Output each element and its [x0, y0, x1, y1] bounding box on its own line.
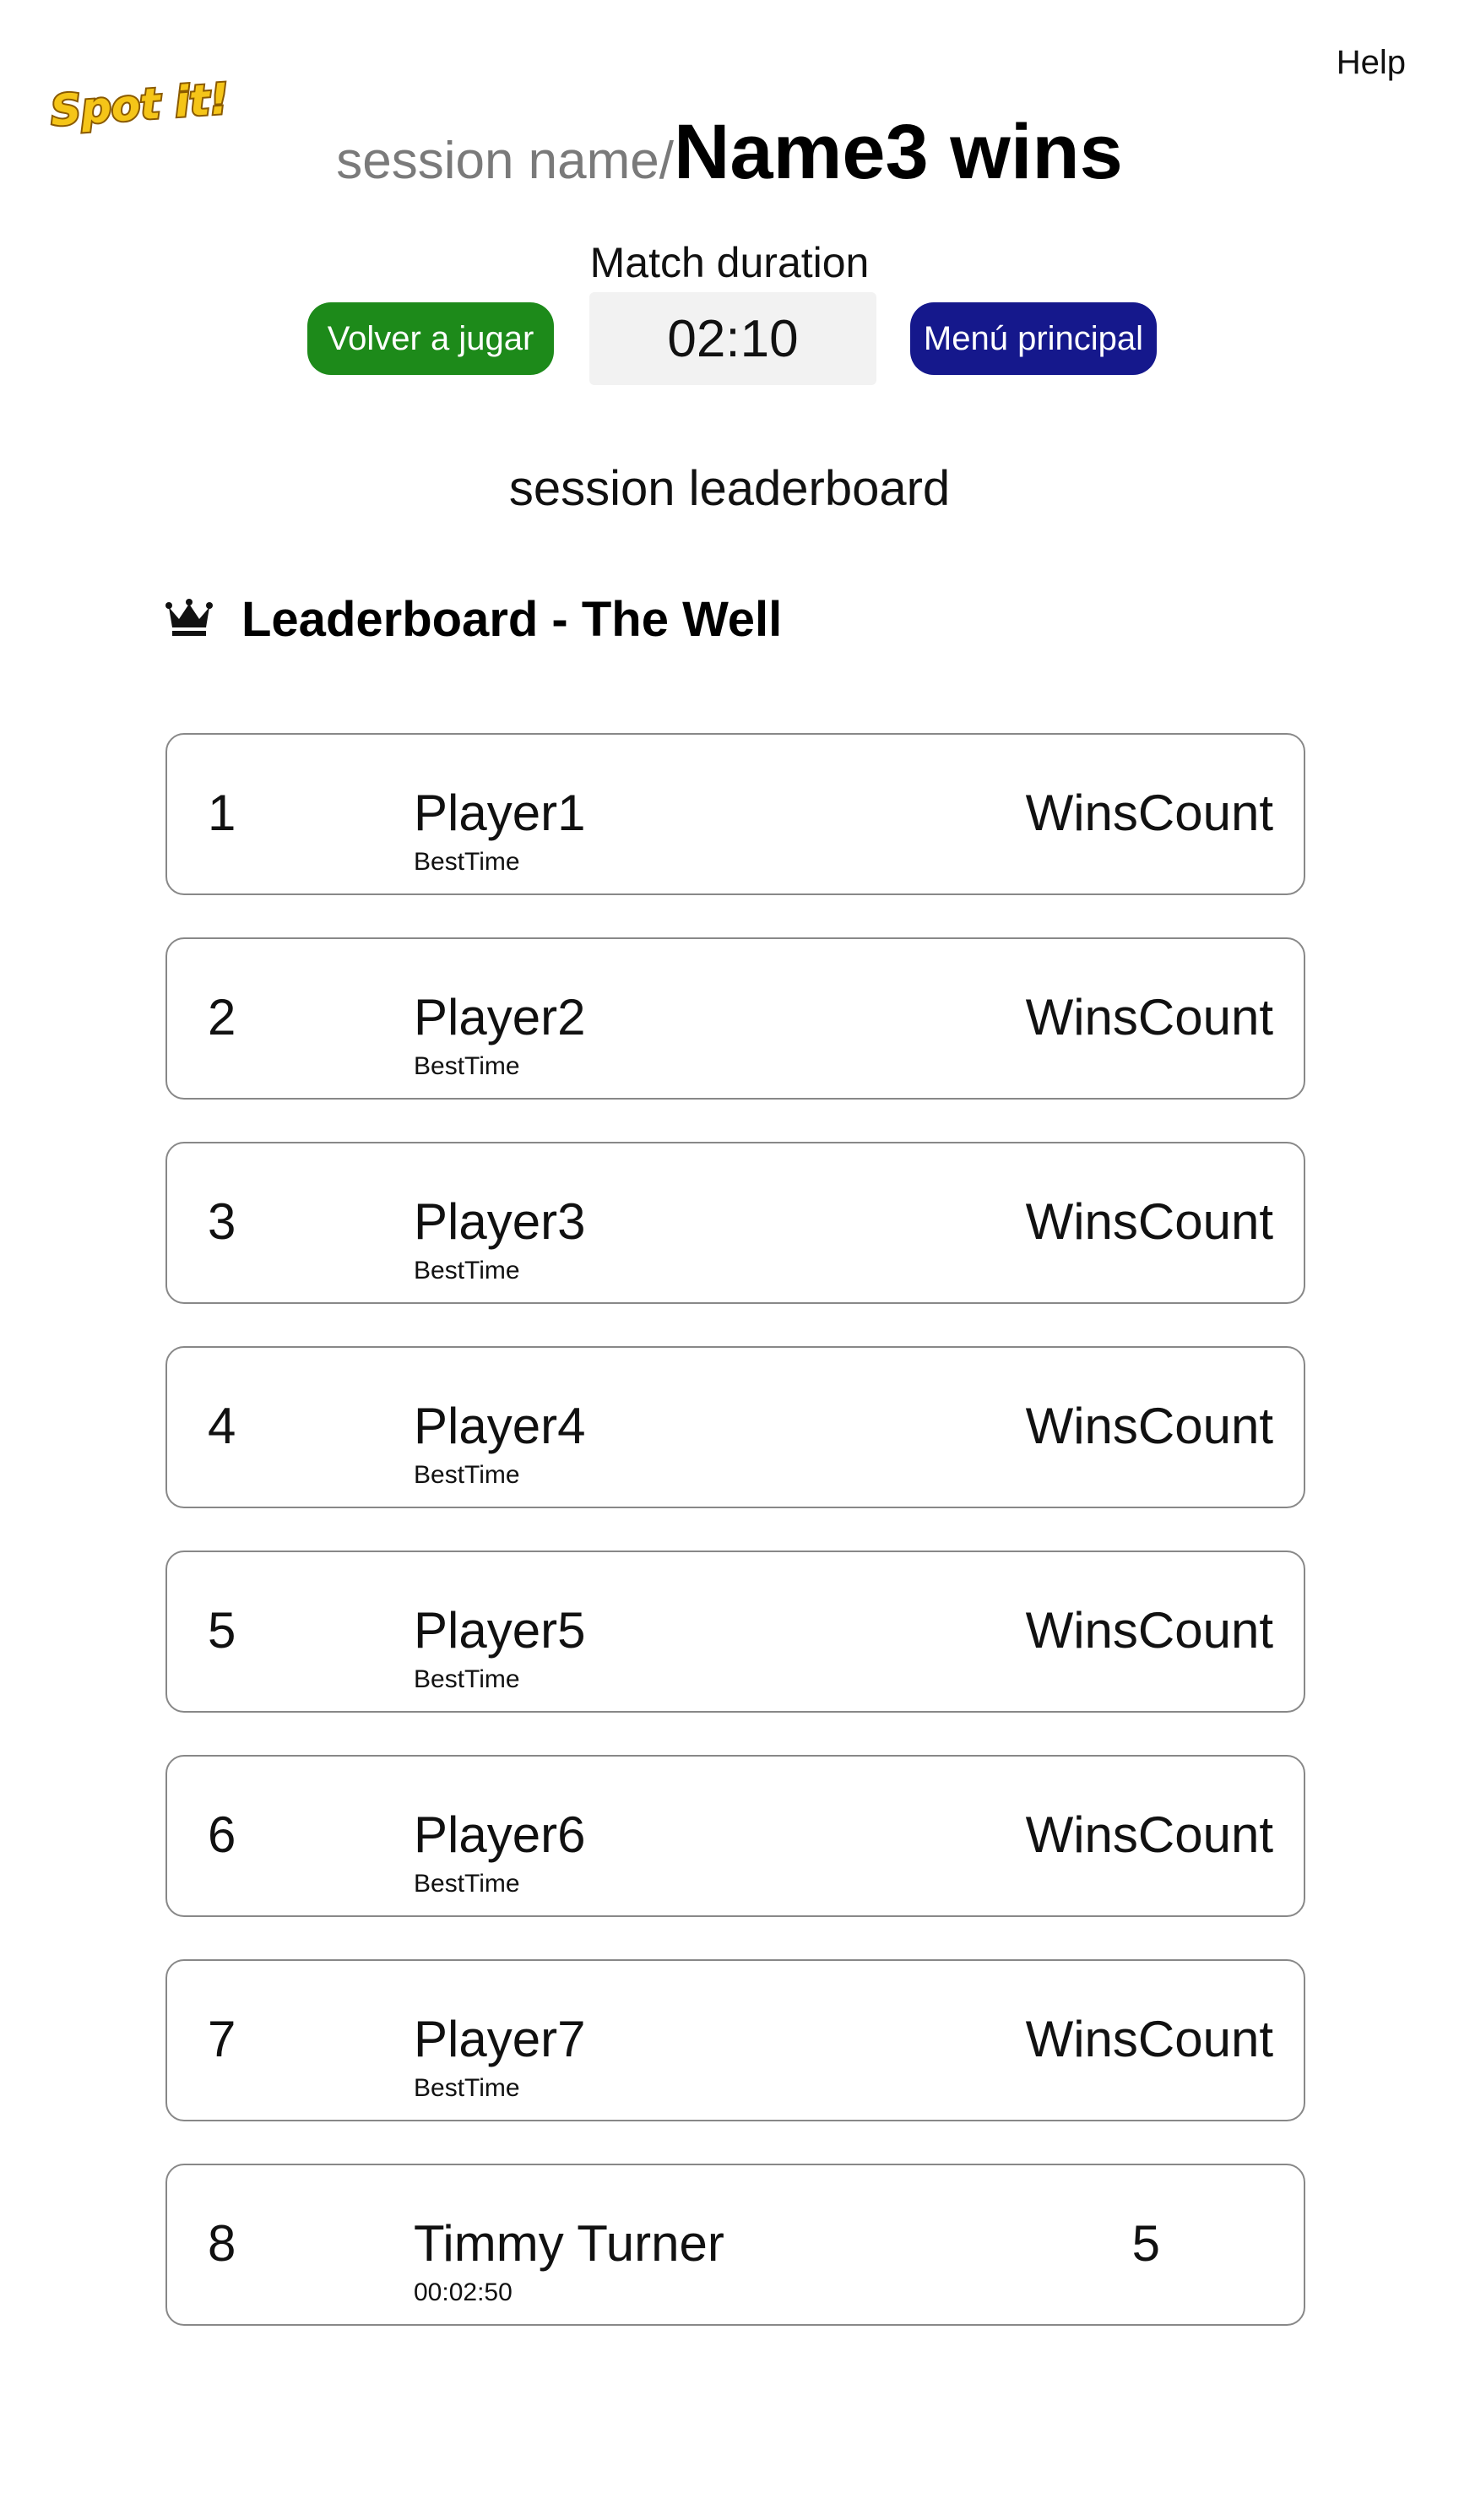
- crown-icon: [165, 598, 213, 641]
- row-player-name: Player7: [414, 2011, 586, 2067]
- row-best-time: BestTime: [414, 2074, 520, 2102]
- row-best-time: BestTime: [414, 1052, 520, 1080]
- winner-text: Name3 wins: [673, 109, 1123, 195]
- row-rank: 4: [208, 1398, 236, 1454]
- help-link[interactable]: Help: [1337, 44, 1406, 82]
- row-rank: 3: [208, 1193, 236, 1250]
- leaderboard-row: 6 Player6 BestTime WinsCount: [165, 1755, 1305, 1917]
- row-player-name: Player3: [414, 1193, 586, 1250]
- match-duration-label: Match duration: [589, 239, 870, 286]
- leaderboard-row: 4 Player4 BestTime WinsCount: [165, 1346, 1305, 1508]
- leaderboard-row: 8 Timmy Turner 00:02:50 5: [165, 2164, 1305, 2326]
- row-rank: 2: [208, 989, 236, 1045]
- main-menu-button[interactable]: Menú principal: [910, 302, 1157, 375]
- leaderboard-row: 3 Player3 BestTime WinsCount: [165, 1142, 1305, 1304]
- page-title: session name/Name3 wins: [0, 108, 1459, 197]
- row-wins-count: WinsCount: [1025, 1398, 1273, 1454]
- leaderboard-header: Leaderboard - The Well: [165, 591, 782, 648]
- row-rank: 6: [208, 1806, 236, 1863]
- leaderboard-row: 1 Player1 BestTime WinsCount: [165, 733, 1305, 895]
- row-wins-count: WinsCount: [1025, 989, 1273, 1045]
- row-wins-count: WinsCount: [1025, 1602, 1273, 1659]
- row-wins-count: WinsCount: [1025, 785, 1273, 841]
- leaderboard-row: 7 Player7 BestTime WinsCount: [165, 1959, 1305, 2121]
- leaderboard-row: 5 Player5 BestTime WinsCount: [165, 1551, 1305, 1713]
- play-again-button[interactable]: Volver a jugar: [307, 302, 554, 375]
- row-rank: 5: [208, 1602, 236, 1659]
- row-wins-count: WinsCount: [1025, 2011, 1273, 2067]
- row-best-time: BestTime: [414, 1461, 520, 1489]
- row-rank: 8: [208, 2215, 236, 2272]
- row-best-time: 00:02:50: [414, 2278, 513, 2306]
- row-player-name: Player2: [414, 989, 586, 1045]
- leaderboard-title: Leaderboard - The Well: [241, 592, 783, 647]
- row-best-time: BestTime: [414, 1665, 520, 1693]
- row-best-time: BestTime: [414, 848, 520, 876]
- match-duration-value: 02:10: [589, 292, 876, 385]
- row-rank: 1: [208, 785, 236, 841]
- row-player-name: Player4: [414, 1398, 586, 1454]
- leaderboard-list: 1 Player1 BestTime WinsCount 2 Player2 B…: [165, 733, 1305, 2368]
- row-player-name: Player6: [414, 1806, 586, 1863]
- row-best-time: BestTime: [414, 1257, 520, 1284]
- row-wins-count: WinsCount: [1025, 1193, 1273, 1250]
- row-player-name: Timmy Turner: [414, 2215, 724, 2272]
- row-rank: 7: [208, 2011, 236, 2067]
- session-name-label: session name/: [336, 132, 674, 190]
- row-player-name: Player1: [414, 785, 586, 841]
- row-best-time: BestTime: [414, 1870, 520, 1898]
- session-leaderboard-label: session leaderboard: [508, 461, 951, 516]
- leaderboard-row: 2 Player2 BestTime WinsCount: [165, 937, 1305, 1100]
- row-player-name: Player5: [414, 1602, 586, 1659]
- row-wins-count: WinsCount: [1025, 1806, 1273, 1863]
- row-wins-count: 5: [1131, 2215, 1160, 2272]
